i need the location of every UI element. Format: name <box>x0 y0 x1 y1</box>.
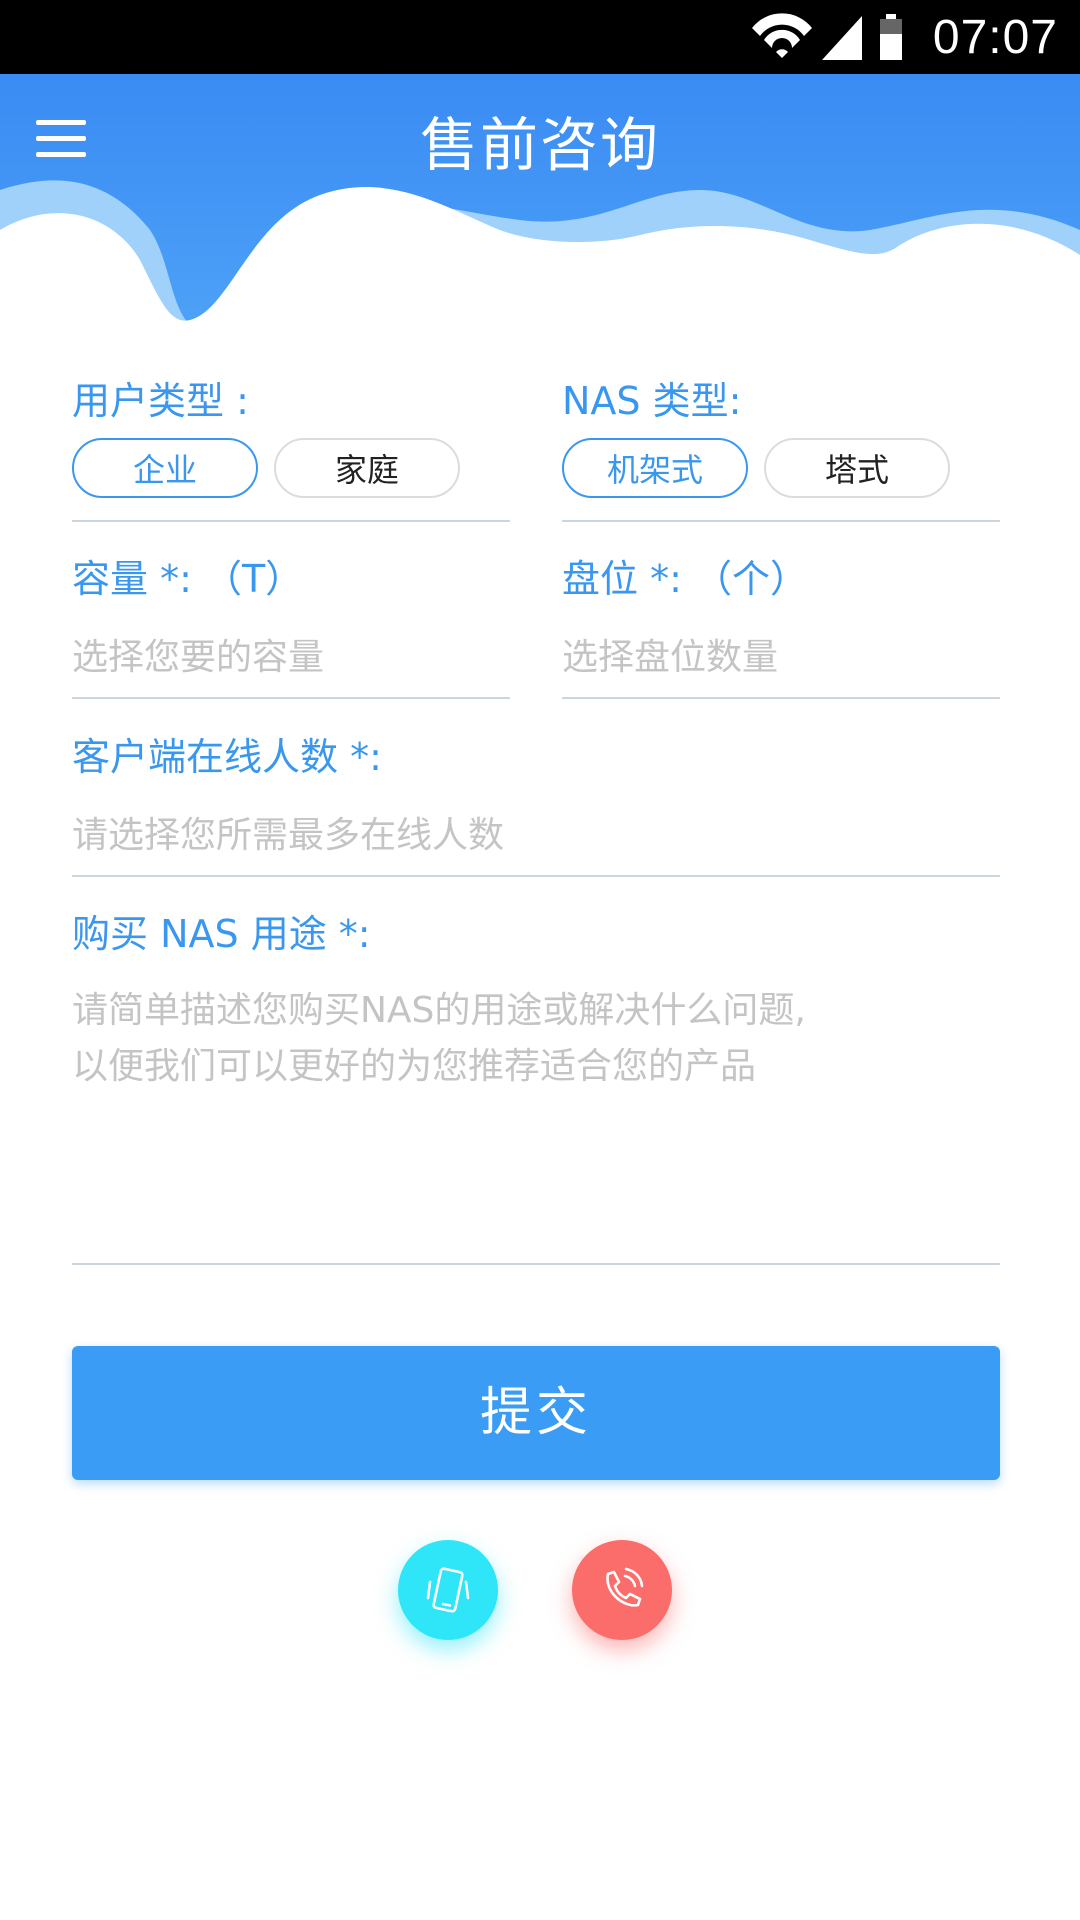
nas-type-option-tower[interactable]: 塔式 <box>764 438 950 498</box>
mobile-contact-button[interactable] <box>398 1540 498 1640</box>
page-title: 售前咨询 <box>419 111 660 179</box>
online-users-select[interactable]: 请选择您所需最多在线人数 <box>72 806 504 858</box>
nas-type-option-rack[interactable]: 机架式 <box>562 438 748 498</box>
divider <box>72 697 510 699</box>
purpose-placeholder-line1: 请简单描述您购买NAS的用途或解决什么问题, <box>72 990 806 1031</box>
phone-call-icon <box>606 1567 644 1607</box>
purpose-placeholder-line2: 以便我们可以更好的为您推荐适合您的产品 <box>72 1046 757 1087</box>
status-icons <box>752 13 902 60</box>
divider <box>72 875 1000 877</box>
submit-button[interactable]: 提交 <box>72 1346 1000 1480</box>
nas-type-label: NAS 类型: <box>562 379 742 423</box>
bays-label: 盘位 *: （个） <box>562 557 808 601</box>
capacity-select[interactable]: 选择您要的容量 <box>72 628 324 680</box>
battery-icon <box>880 14 902 60</box>
wifi-icon <box>752 13 812 58</box>
status-bar: 07:07 <box>0 0 1080 74</box>
bays-select[interactable]: 选择盘位数量 <box>562 628 778 680</box>
status-time: 07:07 <box>932 11 1058 64</box>
purpose-textarea[interactable]: 请简单描述您购买NAS的用途或解决什么问题, 以便我们可以更好的为您推荐适合您的… <box>72 975 1000 1263</box>
divider <box>72 1263 1000 1265</box>
purpose-label: 购买 NAS 用途 *: <box>72 912 371 956</box>
user-type-option-enterprise[interactable]: 企业 <box>72 438 258 498</box>
online-users-label: 客户端在线人数 *: <box>72 735 382 779</box>
mobile-phone-icon <box>426 1567 470 1613</box>
divider <box>562 697 1000 699</box>
divider <box>562 520 1000 522</box>
user-type-label: 用户类型 : <box>72 379 249 423</box>
phone-call-button[interactable] <box>572 1540 672 1640</box>
user-type-option-home[interactable]: 家庭 <box>274 438 460 498</box>
signal-icon <box>822 16 862 60</box>
capacity-label: 容量 *: （T） <box>72 557 304 601</box>
divider <box>72 520 510 522</box>
